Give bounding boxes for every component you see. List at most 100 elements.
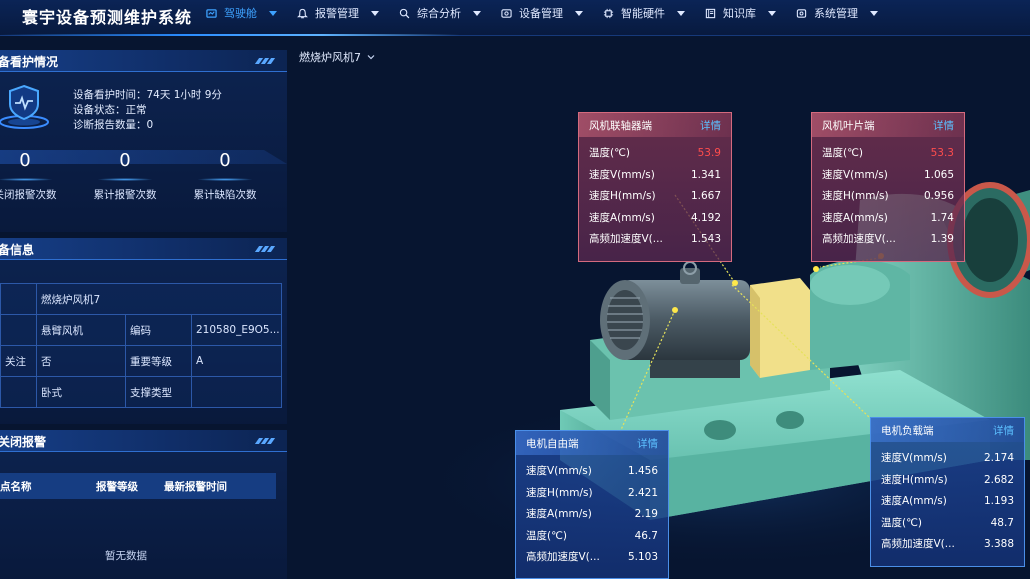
- table-cell: [0, 376, 37, 408]
- card-rows: 温度(℃) 53.9 速度V(mm/s) 1.341 速度H(mm/s) 1.667 …: [579, 137, 731, 251]
- panel-header: 关闭报警: [0, 430, 287, 452]
- chip-icon: [603, 8, 614, 18]
- nav-item-alarm[interactable]: 报警管理: [297, 0, 379, 26]
- metric-label: 速度H(mm/s): [822, 190, 889, 202]
- device-info-panel: 备信息 燃烧炉风机7 悬臂风机 编码 210580_E9O5... 关注 否 重…: [0, 238, 287, 424]
- table-row: 燃烧炉风机7: [0, 283, 282, 315]
- metric-row: 高频加速度V(... 5.103: [526, 547, 658, 569]
- metric-label: 高频加速度V(...: [526, 551, 600, 563]
- metric-row: 速度V(mm/s) 1.065: [822, 165, 954, 187]
- metric-label: 速度V(mm/s): [822, 168, 888, 181]
- metric-row: 速度A(mm/s) 1.193: [881, 491, 1014, 513]
- nav-item-knowledge[interactable]: 知识库: [705, 0, 776, 26]
- column-header: 最新报警时间: [164, 481, 227, 493]
- metric-row: 速度V(mm/s) 2.174: [881, 448, 1014, 470]
- metric-value: 1.667: [690, 190, 721, 202]
- metric-label: 速度H(mm/s): [589, 190, 656, 202]
- table-cell: 重要等级: [125, 345, 192, 377]
- shield-monitor-icon: [0, 84, 49, 129]
- chevron-down-icon: [269, 10, 277, 16]
- settings-icon: [796, 8, 807, 18]
- panel-title: 备信息: [0, 243, 35, 257]
- care-duration: 设备看护时间：74天 1小时 9分: [73, 89, 222, 101]
- metric-row: 速度A(mm/s) 4.192: [589, 208, 721, 230]
- metric-value: 48.7: [990, 516, 1014, 529]
- detail-link[interactable]: 详情: [637, 436, 658, 451]
- nav-label: 综合分析: [417, 7, 461, 20]
- nav-label: 系统管理: [814, 7, 858, 20]
- chevron-down-icon: [371, 10, 379, 16]
- metric-label: 高频加速度V(...: [822, 233, 896, 245]
- chevron-down-icon: [768, 10, 776, 16]
- metric-row: 温度(℃) 53.3: [822, 143, 954, 165]
- header-decoration-icon: [254, 438, 277, 444]
- metric-value: 0.956: [923, 190, 954, 202]
- card-fan-impeller-end: 风机叶片端 详情 温度(℃) 53.3 速度V(mm/s) 1.065 速度H(mm…: [811, 112, 965, 262]
- table-cell: 支撑类型: [125, 376, 192, 408]
- metric-row: 高频加速度V(... 3.388: [881, 534, 1014, 556]
- metric-value: 1.543: [690, 233, 721, 245]
- panel-title: 关闭报警: [0, 435, 47, 449]
- stat-label: 关闭报警次数: [0, 189, 57, 201]
- metric-row: 高频加速度V(... 1.39: [822, 229, 954, 251]
- alarm-icon: [297, 8, 308, 18]
- metric-label: 高频加速度V(...: [881, 538, 955, 550]
- metric-row: 速度V(mm/s) 1.456: [526, 461, 658, 483]
- table-row: 悬臂风机 编码 210580_E9O5...: [0, 314, 282, 346]
- table-row: 关注 否 重要等级 A: [0, 345, 282, 377]
- empty-state: 暂无数据: [105, 550, 147, 562]
- detail-link[interactable]: 详情: [933, 118, 954, 133]
- nav-label: 报警管理: [315, 7, 359, 20]
- metric-row: 高频加速度V(... 1.543: [589, 229, 721, 251]
- metric-label: 温度(℃): [881, 516, 922, 529]
- card-rows: 速度V(mm/s) 2.174 速度H(mm/s) 2.682 速度A(mm/s) 1…: [871, 442, 1024, 556]
- analysis-icon: [399, 8, 410, 18]
- metric-value: 1.193: [983, 495, 1014, 507]
- metric-label: 速度V(mm/s): [589, 168, 655, 181]
- card-title: 风机叶片端: [822, 119, 875, 132]
- device-icon: [501, 8, 512, 18]
- metric-value: 53.3: [930, 147, 954, 159]
- chevron-down-icon: [677, 10, 685, 16]
- metric-label: 速度A(mm/s): [526, 508, 592, 520]
- metric-row: 速度A(mm/s) 1.74: [822, 208, 954, 230]
- table-cell: 关注: [0, 345, 37, 377]
- nav-item-system[interactable]: 系统管理: [796, 0, 878, 26]
- header-decoration-icon: [254, 246, 277, 252]
- top-bar: 寰宇设备预测维护系统 驾驶舱 报警管理 综合分析 设备管理 智能硬件 知识库 系…: [0, 0, 1030, 36]
- stat-glow: [97, 178, 153, 181]
- panel-header: 备信息: [0, 238, 287, 260]
- nav-item-analysis[interactable]: 综合分析: [399, 0, 481, 26]
- metric-label: 速度V(mm/s): [881, 452, 947, 464]
- stat-label: 累计缺陷次数: [193, 189, 257, 201]
- metric-label: 速度H(mm/s): [881, 473, 948, 486]
- chevron-down-icon: [575, 10, 583, 16]
- card-motor-load-end: 电机负载端 详情 速度V(mm/s) 2.174 速度H(mm/s) 2.682 速…: [870, 417, 1025, 567]
- main-nav: 驾驶舱 报警管理 综合分析 设备管理 智能硬件 知识库 系统管理: [206, 0, 898, 26]
- nav-label: 智能硬件: [621, 7, 665, 20]
- table-cell: 悬臂风机: [36, 314, 126, 346]
- card-rows: 速度V(mm/s) 1.456 速度H(mm/s) 2.421 速度A(mm/s) 2…: [516, 455, 668, 569]
- table-cell: 210580_E9O5...: [191, 314, 282, 346]
- metric-value: 2.19: [634, 508, 658, 520]
- metric-row: 速度H(mm/s) 2.682: [881, 470, 1014, 492]
- nav-item-hardware[interactable]: 智能硬件: [603, 0, 685, 26]
- stat-glow: [197, 178, 253, 181]
- metric-row: 速度H(mm/s) 2.421: [526, 483, 658, 505]
- table-cell: 卧式: [36, 376, 126, 408]
- metric-value: 2.174: [983, 452, 1014, 464]
- care-device-status: 设备状态：正常: [73, 104, 147, 116]
- metric-row: 温度(℃) 53.9: [589, 143, 721, 165]
- stat-value: 0: [219, 150, 231, 171]
- metric-row: 温度(℃) 46.7: [526, 526, 658, 548]
- nav-item-device[interactable]: 设备管理: [501, 0, 583, 26]
- care-status-panel: 备看护情况 设备看护时间：74天 1小时 9分 设备状态：正常 诊断报告数量：0…: [0, 50, 287, 232]
- detail-link[interactable]: 详情: [700, 118, 721, 133]
- nav-item-dashboard[interactable]: 驾驶舱: [206, 0, 277, 26]
- stat-label: 累计报警次数: [93, 189, 157, 201]
- card-rows: 温度(℃) 53.3 速度V(mm/s) 1.065 速度H(mm/s) 0.956 …: [812, 137, 964, 251]
- panel-header: 备看护情况: [0, 50, 287, 72]
- card-fan-coupling-end: 风机联轴器端 详情 温度(℃) 53.9 速度V(mm/s) 1.341 速度H(m…: [578, 112, 732, 262]
- chevron-down-icon: [473, 10, 481, 16]
- detail-link[interactable]: 详情: [993, 423, 1014, 438]
